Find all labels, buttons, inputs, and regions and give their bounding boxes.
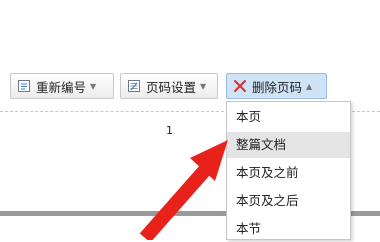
page-settings-icon (127, 79, 141, 93)
page-number-toolbar: 重新编号 ▼ 页码设置 ▼ 删除页码 ▲ (0, 72, 380, 102)
chevron-down-icon: ▼ (90, 81, 97, 91)
renumber-icon (17, 79, 31, 93)
renumber-button[interactable]: 重新编号 ▼ (10, 73, 114, 99)
chevron-down-icon: ▼ (200, 81, 207, 91)
delete-page-number-label: 删除页码 (252, 79, 303, 95)
page-settings-button[interactable]: 页码设置 ▼ (120, 73, 218, 99)
red-x-icon (233, 79, 247, 93)
chevron-up-icon: ▲ (306, 81, 313, 91)
page-settings-label: 页码设置 (146, 79, 197, 95)
menu-item-this-section[interactable]: 本节 (227, 216, 350, 242)
menu-item-this-page-and-after[interactable]: 本页及之后 (227, 188, 350, 214)
delete-page-number-menu: 本页 整篇文档 本页及之前 本页及之后 本节 (226, 101, 351, 240)
page-number: 1 (166, 124, 173, 137)
renumber-label: 重新编号 (36, 79, 87, 95)
delete-page-number-button[interactable]: 删除页码 ▲ (226, 73, 327, 99)
menu-item-this-page-and-before[interactable]: 本页及之前 (227, 160, 350, 186)
menu-item-this-page[interactable]: 本页 (227, 104, 350, 130)
menu-item-whole-document[interactable]: 整篇文档 (227, 132, 350, 158)
